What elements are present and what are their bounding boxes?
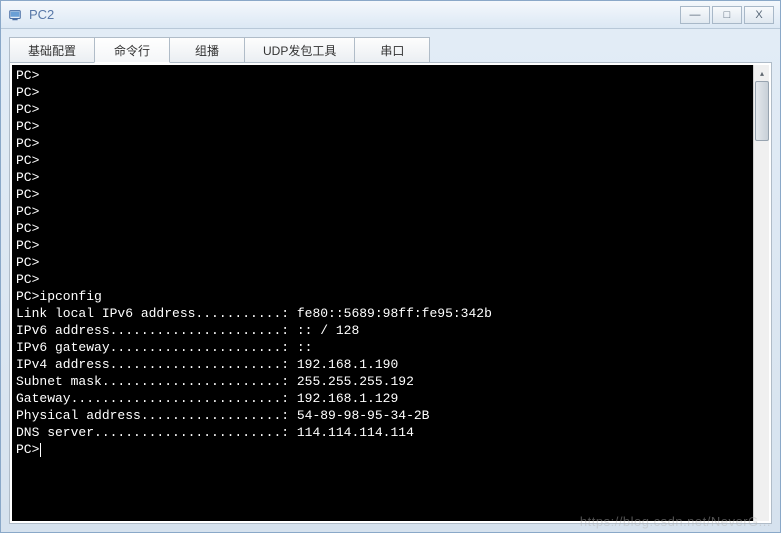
- tab-serial[interactable]: 串口: [354, 37, 430, 63]
- window-title: PC2: [29, 7, 678, 22]
- app-icon: [7, 7, 23, 23]
- terminal[interactable]: PC>PC>PC>PC>PC>PC>PC>PC>PC>PC>PC>PC>PC>P…: [12, 65, 753, 521]
- terminal-line: PC>: [16, 118, 749, 135]
- window-controls: — □ X: [678, 6, 774, 24]
- terminal-line: DNS server........................: 114.…: [16, 424, 749, 441]
- terminal-line: PC>: [16, 237, 749, 254]
- terminal-line: PC>: [16, 135, 749, 152]
- cursor-icon: [40, 443, 41, 457]
- minimize-button[interactable]: —: [680, 6, 710, 24]
- tab-multicast[interactable]: 组播: [169, 37, 245, 63]
- close-button[interactable]: X: [744, 6, 774, 24]
- terminal-line: IPv4 address......................: 192.…: [16, 356, 749, 373]
- tab-bar: 基础配置 命令行 组播 UDP发包工具 串口: [9, 37, 772, 63]
- scrollbar-thumb[interactable]: [755, 81, 769, 141]
- terminal-line: Physical address..................: 54-8…: [16, 407, 749, 424]
- terminal-line: PC>: [16, 101, 749, 118]
- titlebar: PC2 — □ X: [1, 1, 780, 29]
- terminal-line: PC>: [16, 186, 749, 203]
- terminal-line: IPv6 address......................: :: /…: [16, 322, 749, 339]
- terminal-line: PC>: [16, 271, 749, 288]
- scroll-up-icon[interactable]: ▴: [754, 65, 770, 81]
- terminal-line: PC>: [16, 169, 749, 186]
- terminal-container: PC>PC>PC>PC>PC>PC>PC>PC>PC>PC>PC>PC>PC>P…: [9, 62, 772, 524]
- app-window: PC2 — □ X 基础配置 命令行 组播 UDP发包工具 串口 PC>PC>P…: [0, 0, 781, 533]
- terminal-line: PC>: [16, 220, 749, 237]
- terminal-line: Link local IPv6 address...........: fe80…: [16, 305, 749, 322]
- tab-basic-config[interactable]: 基础配置: [9, 37, 95, 63]
- tab-command-line[interactable]: 命令行: [94, 37, 170, 63]
- terminal-line: PC>: [16, 254, 749, 271]
- content-area: 基础配置 命令行 组播 UDP发包工具 串口 PC>PC>PC>PC>PC>PC…: [1, 29, 780, 532]
- terminal-line: IPv6 gateway......................: ::: [16, 339, 749, 356]
- terminal-line: Gateway...........................: 192.…: [16, 390, 749, 407]
- terminal-line: PC>ipconfig: [16, 288, 749, 305]
- terminal-line: PC>: [16, 67, 749, 84]
- maximize-button[interactable]: □: [712, 6, 742, 24]
- terminal-line: Subnet mask.......................: 255.…: [16, 373, 749, 390]
- terminal-line: PC>: [16, 152, 749, 169]
- scrollbar[interactable]: ▴: [753, 65, 769, 521]
- terminal-prompt-active: PC>: [16, 441, 749, 458]
- terminal-line: PC>: [16, 203, 749, 220]
- tab-udp-tool[interactable]: UDP发包工具: [244, 37, 355, 63]
- terminal-line: PC>: [16, 84, 749, 101]
